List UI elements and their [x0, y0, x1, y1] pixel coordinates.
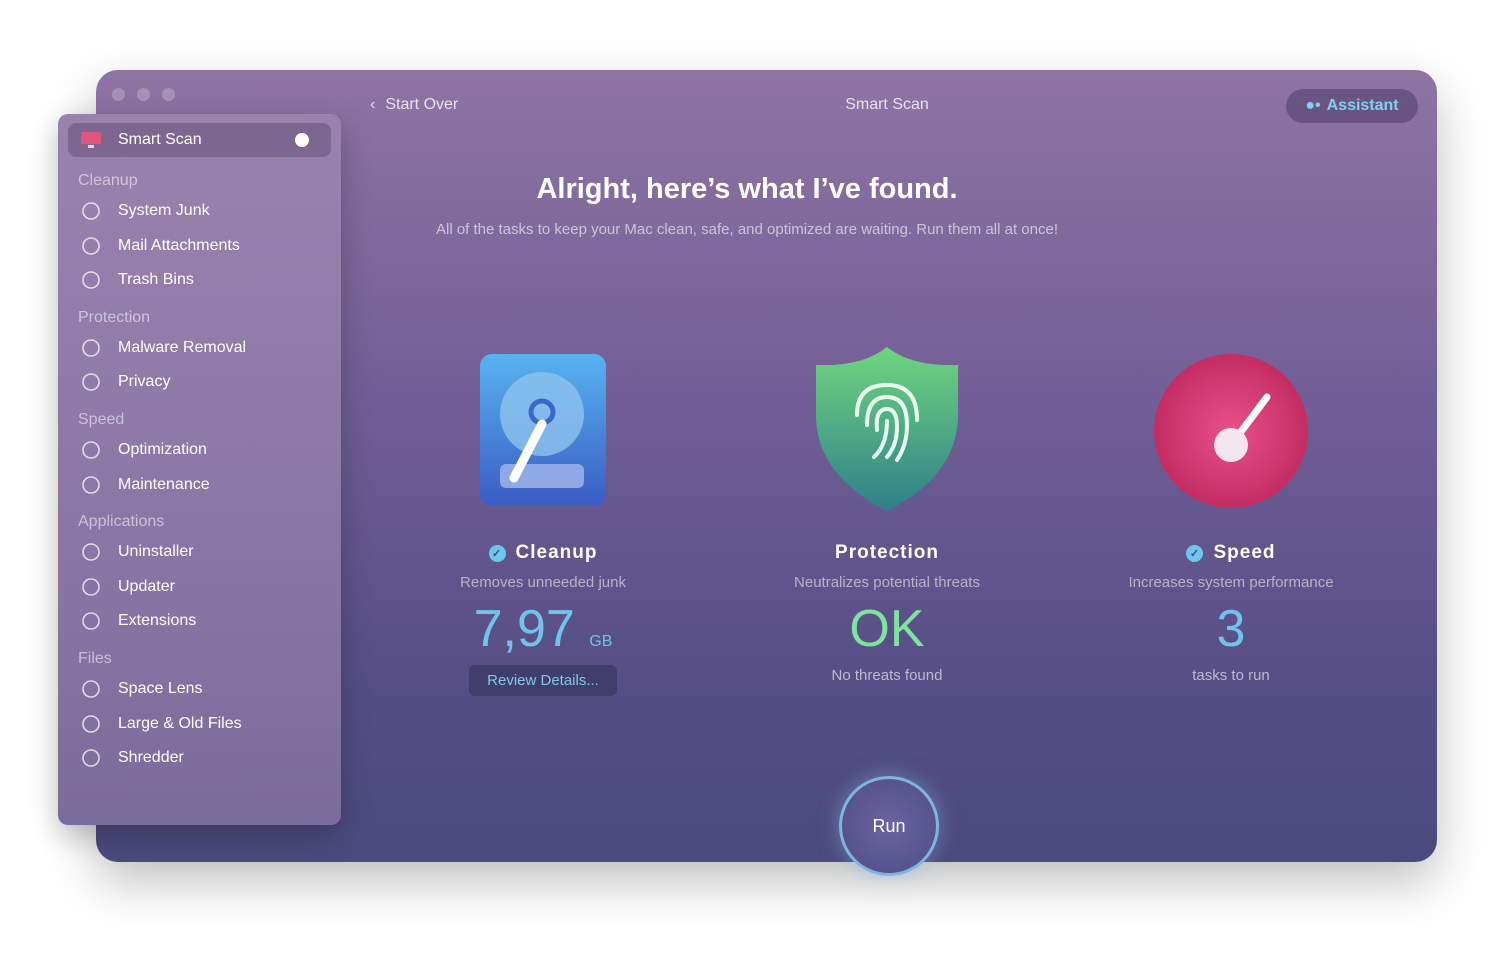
speedometer-icon — [1154, 354, 1308, 508]
protection-value: OK — [849, 600, 925, 658]
check-icon: ✓ — [1186, 544, 1204, 562]
space-lens-icon — [82, 680, 100, 698]
sidebar-item-extensions[interactable]: Extensions — [80, 610, 196, 632]
sidebar-item-space-lens[interactable]: Space Lens — [80, 678, 203, 700]
uninstaller-icon — [82, 543, 100, 561]
sidebar-item-malware-removal[interactable]: Malware Removal — [80, 337, 246, 359]
sidebar-section-header: Speed — [78, 411, 125, 428]
monitor-icon — [81, 132, 101, 148]
updater-icon — [82, 577, 100, 596]
shredder-icon — [82, 749, 100, 767]
malware-removal-icon — [82, 338, 100, 357]
cleanup-card: ✓ Cleanup Removes unneeded junk 7,97 GB R… — [383, 540, 703, 696]
status-dot — [295, 133, 309, 147]
sidebar-item-maintenance[interactable]: Maintenance — [80, 474, 210, 496]
assistant-button[interactable]: ●• Assistant — [1286, 89, 1418, 123]
cleanup-unit: GB — [589, 633, 613, 650]
window-title: Smart Scan — [845, 96, 929, 113]
trash-bins-icon — [82, 271, 100, 289]
optimization-icon — [82, 441, 100, 459]
speed-value: 3 — [1216, 600, 1246, 658]
page-title: Alright, here’s what I’ve found. — [536, 173, 958, 205]
extensions-icon — [82, 612, 100, 631]
hard-drive-icon — [480, 354, 606, 506]
large-old-files-icon — [82, 714, 100, 733]
sidebar-section-header: Protection — [78, 308, 151, 326]
speed-card: ✓ Speed Increases system performance 3 ta… — [1071, 540, 1391, 684]
sidebar-item-smart-scan[interactable]: Smart Scan — [68, 123, 331, 157]
sidebar-item-large-old-files[interactable]: Large & Old Files — [80, 713, 242, 735]
maintenance-icon — [82, 475, 100, 494]
sidebar-section-header: Applications — [78, 513, 165, 531]
sidebar-item-uninstaller[interactable]: Uninstaller — [80, 541, 194, 563]
cleanup-value: 7,97 — [473, 600, 575, 658]
privacy-icon — [82, 373, 100, 392]
sidebar-item-optimization[interactable]: Optimization — [80, 439, 207, 461]
page-subtitle: All of the tasks to keep your Mac clean,… — [436, 221, 1058, 238]
assistant-dots-icon: ●• — [1305, 97, 1321, 114]
sidebar-item-privacy[interactable]: Privacy — [80, 371, 170, 393]
sidebar-item-shredder[interactable]: Shredder — [80, 747, 184, 769]
shield-fingerprint-icon — [816, 347, 958, 511]
sidebar-item-updater[interactable]: Updater — [80, 576, 175, 598]
protection-card: Protection Neutralizes potential threats… — [727, 540, 1047, 684]
review-details-button[interactable]: Review Details... — [469, 665, 617, 696]
run-button[interactable]: Run — [839, 776, 939, 876]
sidebar-item-trash-bins[interactable]: Trash Bins — [80, 269, 194, 291]
check-icon: ✓ — [488, 544, 506, 562]
sidebar-section-header: Files — [78, 650, 112, 667]
